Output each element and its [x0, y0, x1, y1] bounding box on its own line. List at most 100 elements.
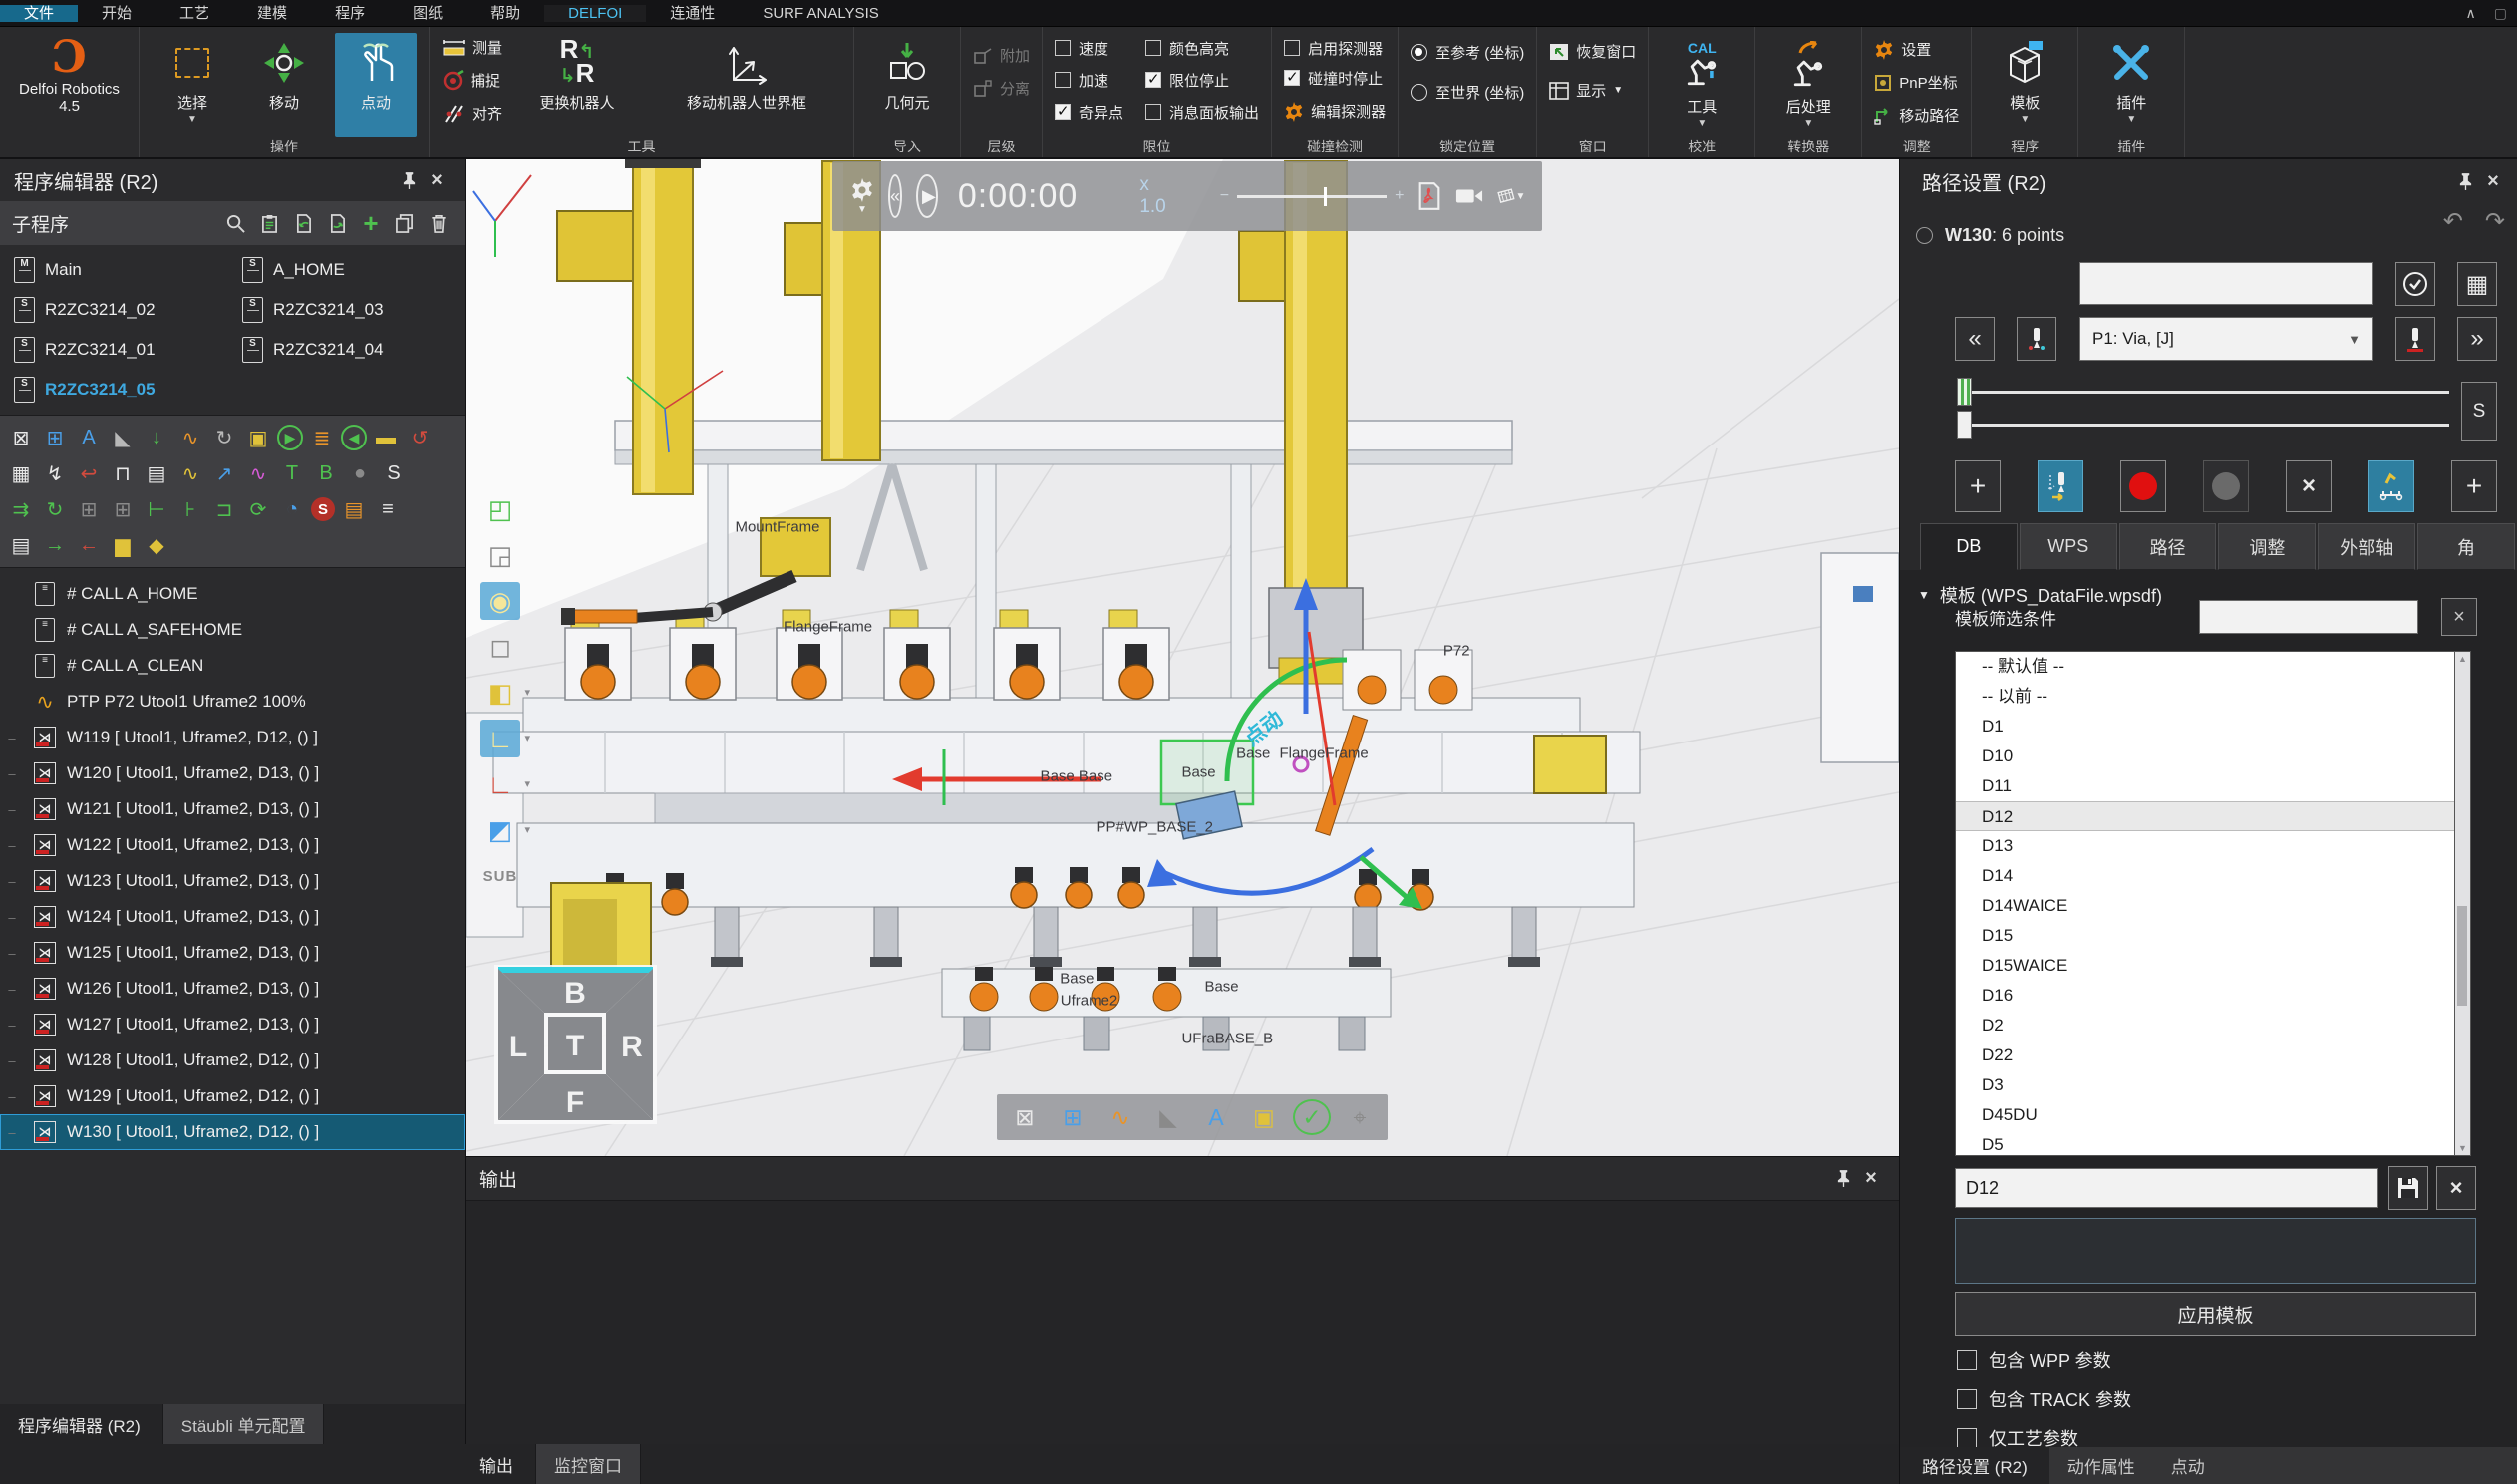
detach-button[interactable]: 分离	[973, 74, 1030, 103]
subprogram-item[interactable]: S A_HOME	[232, 253, 461, 287]
move-button[interactable]: 移动	[243, 33, 325, 113]
edit-detector-button[interactable]: 编辑探测器	[1284, 97, 1386, 126]
toolbar-icon[interactable]: ▦	[6, 458, 36, 488]
toolbar-icon[interactable]: ▆	[108, 530, 138, 560]
template-list-item[interactable]: D11	[1956, 771, 2454, 801]
point-radio-icon[interactable]	[1916, 227, 1933, 244]
tab-path-settings[interactable]: 路径设置 (R2)	[1900, 1447, 2049, 1484]
path-settings-tab[interactable]: WPS	[2020, 523, 2117, 570]
pin-icon[interactable]	[2451, 168, 2479, 196]
ribbon-checkbox[interactable]: 加速	[1055, 65, 1123, 95]
geometry-button[interactable]: 几何元	[866, 33, 948, 113]
toolbar-icon[interactable]: ↩	[74, 458, 104, 488]
menu-item[interactable]: 连通性	[646, 5, 739, 22]
subprogram-item[interactable]: S R2ZC3214_02	[4, 293, 232, 327]
move-robot-world-frame-button[interactable]: 移动机器人世界框	[652, 33, 841, 113]
record-disabled-button[interactable]	[2203, 460, 2249, 512]
menu-item[interactable]: 图纸	[389, 5, 467, 22]
subprogram-item[interactable]: S R2ZC3214_05	[4, 373, 232, 407]
pin-icon[interactable]	[395, 166, 423, 194]
tab-monitor-window[interactable]: 监控窗口	[535, 1444, 641, 1484]
add-point-after-button[interactable]: +	[2451, 460, 2497, 512]
restore-window-button[interactable]: 恢复窗口	[1549, 37, 1636, 66]
template-list-item[interactable]: D14	[1956, 861, 2454, 891]
viewport-tool-icon[interactable]: ◻	[480, 628, 520, 666]
viewport-tool-icon[interactable]: ◩	[480, 811, 520, 849]
viewport-toolbar-icon[interactable]: ∿	[1101, 1099, 1139, 1135]
ribbon-radio[interactable]: 至世界 (坐标)	[1411, 77, 1524, 107]
record-button[interactable]	[2120, 460, 2166, 512]
view-cube[interactable]: B L T R F	[492, 963, 660, 1128]
program-statement-row[interactable]: – ≡ ∿ ⋊ W125 [ Utool1, Uframe2, D13, () …	[0, 935, 465, 971]
toolbar-icon[interactable]: ▣	[243, 423, 273, 452]
program-statement-row[interactable]: – ≡ ∿ ⋊ W130 [ Utool1, Uframe2, D12, () …	[0, 1114, 465, 1150]
toolbar-icon[interactable]: ⊞	[40, 423, 70, 452]
point-name-input[interactable]	[2079, 262, 2373, 305]
program-statement-row[interactable]: – ≡ ∿ ⋊ W122 [ Utool1, Uframe2, D13, () …	[0, 827, 465, 863]
tab-output[interactable]: 输出	[466, 1444, 531, 1484]
toolbar-icon[interactable]: ↯	[40, 458, 70, 488]
viewport-tool-icon[interactable]: ∟	[480, 720, 520, 757]
template-list-item[interactable]: D45DU	[1956, 1100, 2454, 1130]
confirm-point-button[interactable]	[2395, 262, 2435, 306]
template-list-scrollbar[interactable]: ▲ ▼	[2455, 651, 2471, 1156]
toolbar-icon[interactable]: ↻	[40, 494, 70, 524]
menu-item[interactable]: 文件	[0, 5, 78, 22]
toolbar-icon[interactable]: ⊞	[108, 494, 138, 524]
torch-locate-button[interactable]	[2395, 317, 2435, 361]
pin-icon[interactable]	[1829, 1165, 1857, 1193]
template-description-box[interactable]	[1955, 1218, 2476, 1284]
settings-button[interactable]: 设置	[1874, 35, 1959, 64]
speed-slider[interactable]: − +	[1220, 187, 1405, 205]
toolbar-icon[interactable]: ◣	[108, 423, 138, 452]
ribbon-checkbox[interactable]: 限位停止	[1145, 65, 1259, 95]
program-statement-row[interactable]: – ≡ ∿ ⋊ # CALL A_HOME	[0, 576, 465, 612]
rewind-button[interactable]: «	[888, 174, 902, 218]
point-table-button[interactable]: ▦	[2457, 262, 2497, 306]
prev-point-button[interactable]: «	[1955, 317, 1995, 361]
template-option-checkbox[interactable]: 包含 TRACK 参数	[1957, 1386, 2517, 1412]
close-icon[interactable]: ×	[1857, 1165, 1885, 1193]
ribbon-checkbox[interactable]: 启用探测器	[1284, 33, 1386, 63]
verify-path-button[interactable]	[2368, 460, 2414, 512]
toolbar-icon[interactable]: ◀	[341, 425, 367, 450]
program-statement-row[interactable]: – ≡ ∿ ⋊ # CALL A_SAFEHOME	[0, 612, 465, 648]
template-list-item[interactable]: D3	[1956, 1070, 2454, 1100]
window-options-icon[interactable]: ▢	[2494, 5, 2507, 22]
toolbar-icon[interactable]: ≡	[373, 494, 403, 524]
teach-point-button[interactable]	[2038, 460, 2083, 512]
menu-item[interactable]: 工艺	[156, 5, 233, 22]
path-slider-track[interactable]	[1957, 391, 2449, 394]
toolbar-icon[interactable]: A	[74, 423, 104, 452]
toolbar-icon[interactable]: →	[40, 530, 70, 560]
template-list-item[interactable]: D2	[1956, 1011, 2454, 1040]
viewport-toolbar-icon[interactable]: A	[1197, 1099, 1235, 1135]
clipboard-check-icon[interactable]	[255, 209, 283, 237]
scroll-up-icon[interactable]: ▲	[2458, 654, 2467, 664]
point-type-dropdown[interactable]: P1: Via, [J]▼	[2079, 317, 2373, 361]
program-statement-row[interactable]: – ≡ ∿ ⋊ W124 [ Utool1, Uframe2, D13, () …	[0, 899, 465, 935]
toolbar-icon[interactable]: ⊠	[6, 423, 36, 452]
jog-button[interactable]: 点动	[335, 33, 417, 137]
plugin-button[interactable]: 插件▼	[2090, 33, 2172, 124]
template-list-item[interactable]: D1	[1956, 712, 2454, 742]
search-icon[interactable]	[221, 209, 249, 237]
template-list-item[interactable]: D22	[1956, 1040, 2454, 1070]
collapse-ribbon-icon[interactable]: ∧	[2466, 5, 2476, 22]
template-list-item[interactable]: D16	[1956, 981, 2454, 1011]
subprogram-item[interactable]: S R2ZC3214_03	[232, 293, 461, 327]
program-statement-row[interactable]: – ≡ ∿ ⋊ W126 [ Utool1, Uframe2, D13, () …	[0, 971, 465, 1007]
subprogram-item[interactable]: S R2ZC3214_01	[4, 333, 232, 367]
tab-staubli-config[interactable]: Stäubli 单元配置	[162, 1404, 325, 1444]
program-statement-row[interactable]: – ≡ ∿ ⋊ W120 [ Utool1, Uframe2, D13, () …	[0, 755, 465, 791]
clear-filter-button[interactable]: ×	[2441, 598, 2477, 636]
viewport-toolbar-icon[interactable]: ⊞	[1054, 1099, 1092, 1135]
align-button[interactable]: 对齐	[442, 99, 502, 128]
menu-item[interactable]: 开始	[78, 5, 156, 22]
video-record-icon[interactable]	[1455, 182, 1483, 210]
copy-icon[interactable]	[391, 209, 419, 237]
redo-icon[interactable]: ↷	[2485, 207, 2505, 236]
program-statement-row[interactable]: – ≡ ∿ ⋊ W129 [ Utool1, Uframe2, D12, () …	[0, 1078, 465, 1114]
toolbar-icon[interactable]: ◔	[277, 494, 307, 524]
toolbar-icon[interactable]: ≣	[307, 423, 337, 452]
